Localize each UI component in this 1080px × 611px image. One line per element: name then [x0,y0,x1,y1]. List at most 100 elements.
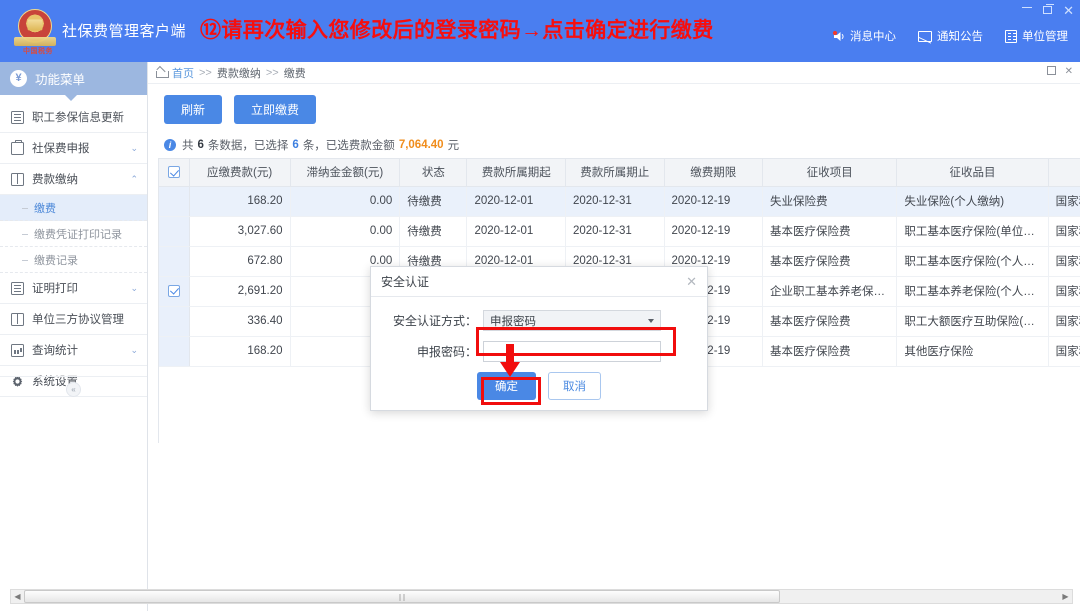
sidebar-item-label: 费款缴纳 [32,171,130,187]
row-select-cell[interactable] [159,336,189,366]
sidebar-item-label: 社保费申报 [32,140,130,156]
confirm-button[interactable]: 确定 [477,372,536,400]
sidebar-subitem-label: 缴费凭证打印记录 [34,226,122,242]
cell-amount: 168.20 [189,336,290,366]
panel-restore-icon[interactable] [1047,66,1056,75]
sidebar-item-label: 单位三方协议管理 [32,311,138,327]
auth-method-select[interactable]: 申报密码 [483,310,661,331]
refresh-button[interactable]: 刷新 [164,95,222,124]
toolbar: 刷新 立即缴费 [148,84,1080,124]
chevron-down-icon: ⌄ [130,346,138,355]
dialog-close-icon[interactable]: ✕ [686,275,697,288]
table-row[interactable]: 3,027.60 0.00 待缴费 2020-12-01 2020-12-31 … [159,216,1080,246]
auth-method-row: 安全认证方式： 申报密码 [371,310,707,331]
cell-kind: 其他医疗保险 [897,336,1048,366]
scrollbar-track[interactable] [24,590,1059,603]
cell-due-date: 2020-12-19 [664,186,763,216]
sidebar-item-certificate-print[interactable]: 证明打印 ⌄ [0,273,147,304]
breadcrumb-separator: >> [199,67,212,79]
row-select-cell[interactable] [159,246,189,276]
sidebar-item-label: 查询统计 [32,342,130,358]
app-window: ✕ 中国税务 社保费管理客户端 ⑫请再次输入您修改后的登录密码→点击确定进行缴费… [0,0,1080,611]
breadcrumb-separator: >> [266,67,279,79]
table-header-row: 应缴费款(元) 滞纳金金额(元) 状态 费款所属期起 费款所属期止 缴费期限 征… [159,159,1080,186]
scroll-left-arrow[interactable]: ◀ [11,592,24,601]
scroll-right-arrow[interactable]: ▶ [1059,592,1072,601]
sidebar-header: ¥ 功能菜单 [0,62,147,95]
column-header[interactable]: 征收项目 [763,159,897,186]
cell-amount: 3,027.60 [189,216,290,246]
sidebar: ¥ 功能菜单 职工参保信息更新 社保费申报 ⌄ 费款缴纳 ⌃ 缴费 [0,62,148,611]
maximize-icon[interactable] [1043,6,1052,14]
unit-management-label: 单位管理 [1022,28,1068,44]
cell-kind: 职工大额医疗互助保险(单位... [897,306,1048,336]
cell-period-to: 2020-12-31 [565,216,664,246]
speaker-icon [832,30,845,43]
minimize-icon[interactable] [1022,7,1032,8]
home-icon [156,68,167,77]
info-prefix: 共 [182,137,194,153]
sidebar-item-payment[interactable]: 费款缴纳 ⌃ [0,164,147,195]
declaration-password-input[interactable] [483,341,661,362]
sidebar-subitem-pay-records[interactable]: 缴费记录 [0,247,147,273]
sidebar-item-query-stats[interactable]: 查询统计 ⌄ [0,335,147,366]
column-header[interactable]: 滞纳金金额(元) [290,159,400,186]
column-header[interactable]: 缴费期限 [664,159,763,186]
select-all-checkbox[interactable] [168,166,180,178]
cancel-button[interactable]: 取消 [548,372,601,400]
cell-due-date: 2020-12-19 [664,216,763,246]
row-checkbox[interactable] [168,285,180,297]
close-icon[interactable]: ✕ [1063,4,1074,17]
cell-status: 待缴费 [400,186,467,216]
sidebar-subitem-label: 缴费记录 [34,252,78,268]
breadcrumb-current: 缴费 [284,65,306,81]
notice-button[interactable]: 通知公告 [918,28,983,44]
dialog-body: 安全认证方式： 申报密码 申报密码： 确定 取消 [371,297,707,400]
table-row[interactable]: 168.20 0.00 待缴费 2020-12-01 2020-12-31 20… [159,186,1080,216]
scrollbar-thumb[interactable] [24,590,780,603]
sidebar-item-label: 职工参保信息更新 [32,109,138,125]
horizontal-scrollbar[interactable]: ◀ ▶ [10,589,1073,604]
chevron-up-icon: ⌃ [130,175,138,184]
column-header[interactable]: 费款所属期起 [467,159,566,186]
column-header[interactable]: 征收品目 [897,159,1048,186]
sidebar-menu: 职工参保信息更新 社保费申报 ⌄ 费款缴纳 ⌃ 缴费 缴费凭证打印记录 [0,95,147,397]
cell-late-fee: 0.00 [290,186,400,216]
breadcrumb-home[interactable]: 首页 [172,65,194,81]
message-center-button[interactable]: 消息中心 [832,28,896,44]
sidebar-item-declaration[interactable]: 社保费申报 ⌄ [0,133,147,164]
chevron-down-icon: ⌄ [130,144,138,153]
row-select-cell[interactable] [159,306,189,336]
cell-amount: 672.80 [189,246,290,276]
column-header[interactable]: 应缴费款(元) [189,159,290,186]
sidebar-item-tripartite-agreement[interactable]: 单位三方协议管理 [0,304,147,335]
sidebar-subitem-pay[interactable]: 缴费 [0,195,147,221]
notice-label: 通知公告 [937,28,983,44]
bars-icon [11,111,24,124]
cell-item: 基本医疗保险费 [763,336,897,366]
sidebar-title: 功能菜单 [35,69,85,88]
header-actions: 消息中心 通知公告 单位管理 [832,28,1068,44]
column-header[interactable]: 状态 [400,159,467,186]
row-select-cell[interactable] [159,276,189,306]
panel-close-icon[interactable]: ✕ [1065,66,1073,77]
sidebar-item-employee-info[interactable]: 职工参保信息更新 [0,102,147,133]
sidebar-subitem-voucher-print-log[interactable]: 缴费凭证打印记录 [0,221,147,247]
info-mid2: 条，已选费款金额 [303,137,395,153]
cell-kind: 职工基本养老保险(个人缴纳) [897,276,1048,306]
unit-management-button[interactable]: 单位管理 [1005,28,1068,44]
window-controls: ✕ [1022,2,1074,18]
cell-late-fee: 0.00 [290,216,400,246]
total-count: 6 [198,139,204,151]
collapse-sidebar-button[interactable]: « [66,382,81,397]
column-header[interactable]: 费款所属期止 [565,159,664,186]
row-select-cell[interactable] [159,186,189,216]
building-icon [1005,30,1017,43]
pay-now-button[interactable]: 立即缴费 [234,95,316,124]
auth-method-value: 申报密码 [490,313,536,329]
row-select-cell[interactable] [159,216,189,246]
column-header[interactable]: 主管税务机关 [1048,159,1080,186]
password-row: 申报密码： [371,341,707,362]
chart-icon [11,344,24,357]
selected-amount: 7,064.40 [399,139,444,151]
